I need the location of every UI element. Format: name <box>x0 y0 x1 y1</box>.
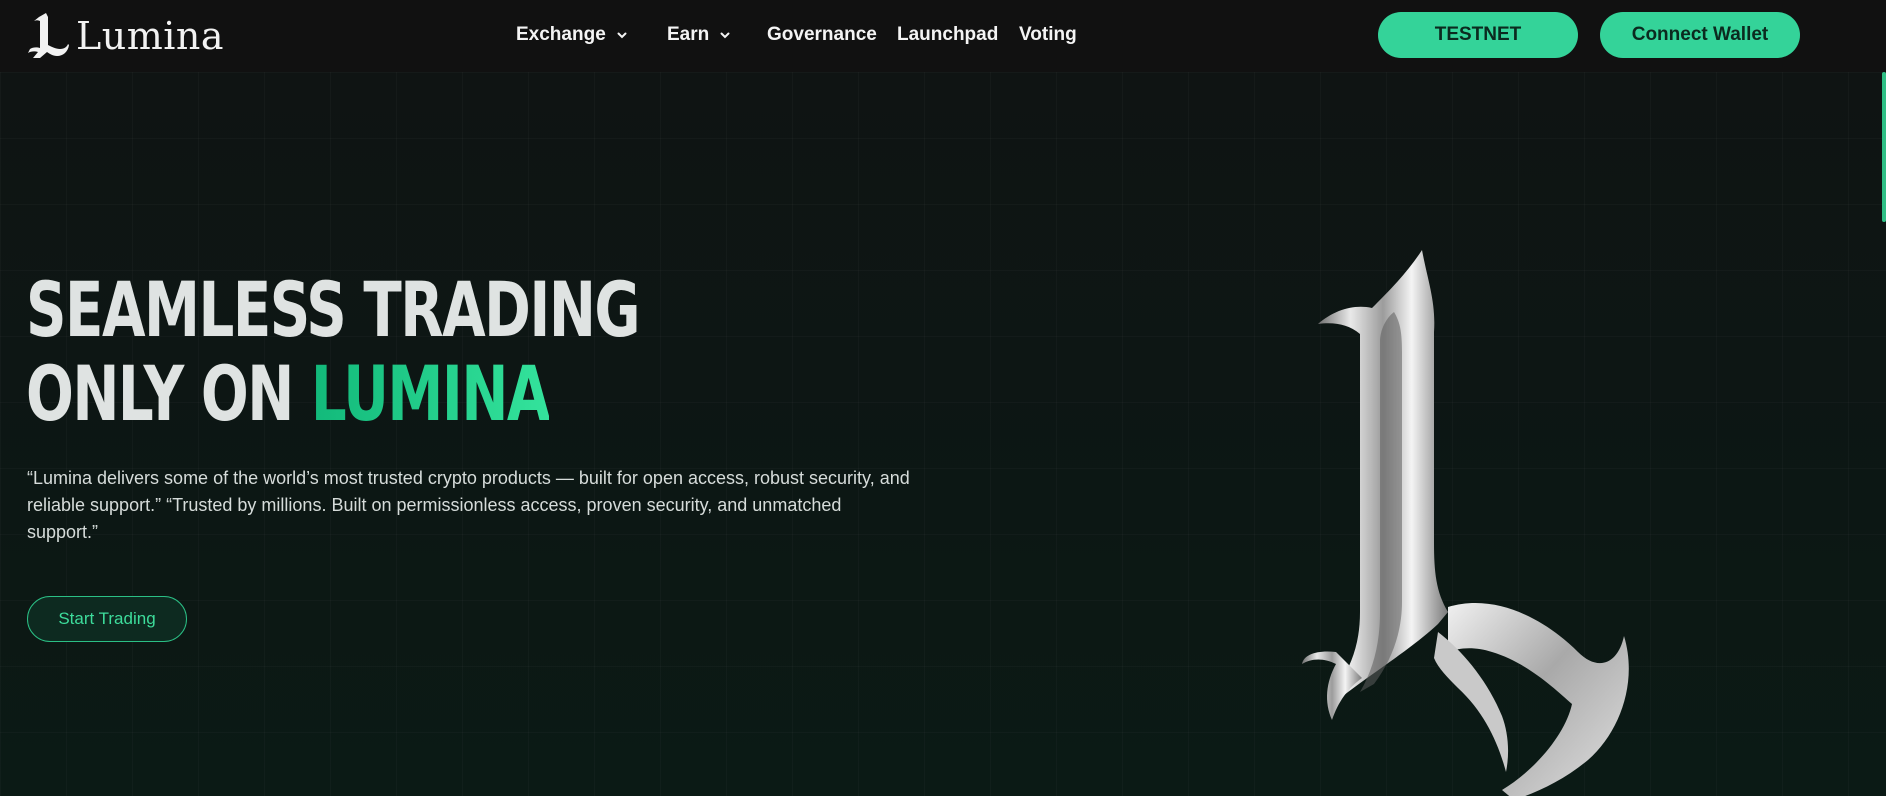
silver-l-emblem <box>1302 250 1629 796</box>
headline-accent-brand: LUMINA <box>310 349 551 438</box>
nav-item-label: Governance <box>767 24 877 45</box>
testnet-button[interactable]: TESTNET <box>1378 12 1578 58</box>
nav-item-governance[interactable]: Governance <box>767 22 877 48</box>
nav-item-label: Exchange <box>516 24 606 45</box>
chevron-down-icon <box>720 32 730 39</box>
hero-description: “Lumina delivers some of the world’s mos… <box>27 468 910 542</box>
start-trading-button[interactable]: Start Trading <box>27 596 187 642</box>
nav-item-label: Earn <box>667 24 710 45</box>
connect-wallet-button[interactable]: Connect Wallet <box>1600 12 1800 58</box>
headline-line-2-prefix: ONLY ON <box>26 349 311 438</box>
brand-name: Lumina <box>76 14 225 58</box>
nav-item-earn[interactable]: Earn <box>667 22 731 48</box>
nav-item-exchange[interactable]: Exchange <box>516 22 628 48</box>
nav-item-voting[interactable]: Voting <box>1019 22 1077 48</box>
brand-logo[interactable]: Lumina <box>26 10 224 62</box>
top-navigation-bar: Lumina Exchange Earn Governance Launchpa… <box>0 0 1886 72</box>
nav-item-launchpad[interactable]: Launchpad <box>897 22 998 48</box>
hero-section: SEAMLESS TRADING ONLY ON LUMINA “Lumina … <box>0 72 1886 796</box>
page-scrollbar[interactable] <box>1882 72 1886 222</box>
hero-headline: SEAMLESS TRADING ONLY ON LUMINA <box>26 265 641 438</box>
nav-item-label: Voting <box>1019 24 1077 45</box>
headline-line-1: SEAMLESS TRADING <box>26 265 641 354</box>
lumina-logo-icon <box>28 13 69 58</box>
nav-item-label: Launchpad <box>897 24 999 45</box>
chevron-down-icon <box>617 32 627 39</box>
